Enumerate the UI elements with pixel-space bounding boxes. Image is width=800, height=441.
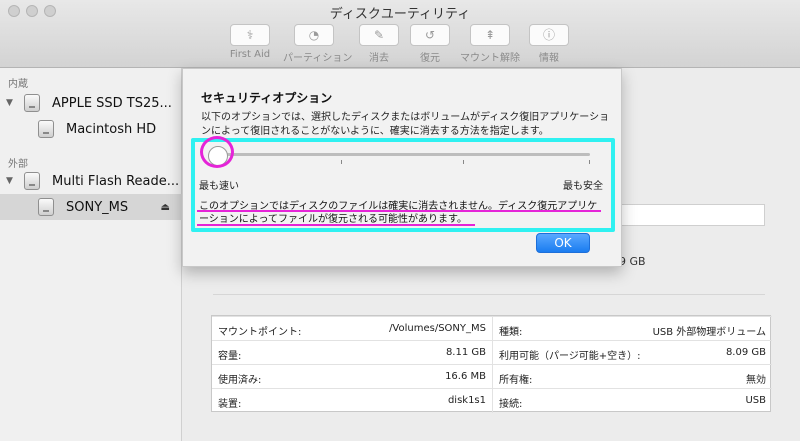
info-key: 容量: [218,351,242,362]
security-level-slider[interactable] [218,153,590,156]
table-row: 容量: 8.11 GB 利用可能（パージ可能+空き）: 8.09 GB [212,340,772,364]
unmount-icon: ⇞ [470,24,510,46]
info-icon: ⓘ [529,24,569,46]
restore-button[interactable]: ↺ 復元 [399,24,461,64]
highlight-underline [197,210,601,212]
volume-icon [38,198,54,216]
volume-info-table: マウントポイント: /Volumes/SONY_MS 種類: USB 外部物理ボ… [211,315,772,413]
info-key: マウントポイント: [218,327,302,338]
volume-icon [38,120,54,138]
info-value: 16.6 MB [445,371,486,382]
internal-disk-icon [24,94,40,112]
sidebar-item-label: APPLE SSD TS25... [52,95,172,111]
sheet-title: セキュリティオプション [201,91,333,105]
partition-label: パーティション [283,53,353,64]
eject-icon[interactable]: ⏏ [161,202,170,213]
info-value: 8.11 GB [445,347,486,358]
restore-label: 復元 [420,53,440,64]
sidebar-item-label: SONY_MS [66,199,129,215]
unmount-button[interactable]: ⇞ マウント解除 [459,24,521,64]
external-disk-icon [24,172,40,190]
info-value: disk1s1 [447,395,486,406]
security-options-sheet: セキュリティオプション 以下のオプションでは、選択したディスクまたはボリュームが… [182,68,622,267]
window-toolbar: ディスクユーティリティ ⚕ First Aid ◔ パーティション ✎ 消去 ↺… [0,0,800,68]
security-note-line-2: ーションによってファイルが復元される可能性があります。 [199,214,467,225]
window-title: ディスクユーティリティ [329,7,471,22]
info-button[interactable]: ⓘ 情報 [518,24,580,64]
slider-min-label: 最も速い [199,181,239,192]
sheet-description: 以下のオプションでは、選択したディスクまたはボリュームがディスク復旧アプリケーシ… [201,112,610,137]
info-value: USB [745,395,766,406]
slider-tick [341,160,342,164]
info-value: USB 外部物理ボリューム [652,327,766,338]
slider-max-label: 最も安全 [563,181,603,192]
partition-icon: ◔ [294,24,334,46]
info-value: 無効 [746,375,766,386]
slider-tick [463,160,464,164]
info-key: 所有権: [499,375,533,386]
first-aid-icon: ⚕ [230,24,270,46]
table-row: マウントポイント: /Volumes/SONY_MS 種類: USB 外部物理ボ… [212,316,772,340]
sidebar-item-apple-ssd[interactable]: ▼ APPLE SSD TS25... [0,90,182,116]
info-value: 8.09 GB [725,347,766,358]
sidebar: 内蔵 ▼ APPLE SSD TS25... Macintosh HD 外部 ▼… [0,68,182,441]
size-fragment: 9 GB [619,255,646,268]
info-key: 接続: [499,399,523,410]
info-label: 情報 [539,53,559,64]
ok-button[interactable]: OK [536,233,590,253]
restore-icon: ↺ [410,24,450,46]
divider [213,294,765,295]
sidebar-section-internal: 内蔵 [8,79,28,90]
sidebar-item-label: Macintosh HD [66,121,157,137]
table-row: 装置: disk1s1 接続: USB [212,388,772,412]
slider-tick [589,160,590,164]
unmount-label: マウント解除 [460,53,520,64]
info-value: /Volumes/SONY_MS [389,323,486,334]
first-aid-button[interactable]: ⚕ First Aid [219,24,281,60]
sidebar-item-label: Multi Flash Reade... [52,173,180,189]
highlight-circle [200,136,234,168]
volume-name-field[interactable] [621,204,765,226]
table-row: 使用済み: 16.6 MB 所有権: 無効 [212,364,772,388]
info-key: 使用済み: [218,375,262,386]
info-key: 種類: [499,327,523,338]
first-aid-label: First Aid [229,49,271,60]
disclosure-triangle-icon[interactable]: ▼ [6,98,13,108]
sidebar-item-macintosh-hd[interactable]: Macintosh HD [0,116,182,142]
partition-button[interactable]: ◔ パーティション [283,24,353,64]
sidebar-item-multi-flash-reader[interactable]: ▼ Multi Flash Reade... [0,168,182,194]
sidebar-item-sony-ms[interactable]: SONY_MS ⏏ [0,194,182,220]
erase-icon: ✎ [359,24,399,46]
info-key: 利用可能（パージ可能+空き）: [499,351,641,362]
info-key: 装置: [218,399,242,410]
disclosure-triangle-icon[interactable]: ▼ [6,176,13,186]
highlight-underline [197,224,475,226]
